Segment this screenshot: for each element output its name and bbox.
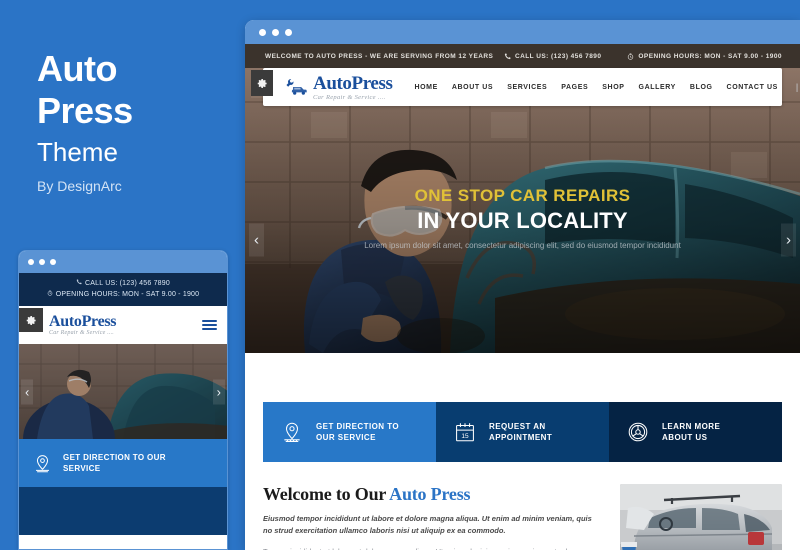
welcome-title-plain: Welcome to Our bbox=[263, 484, 390, 504]
main-navigation: HOME ABOUT US SERVICES PAGES SHOP GALLER… bbox=[414, 82, 800, 92]
nav-item-blog[interactable]: BLOG bbox=[690, 84, 713, 91]
nav-item-gallery[interactable]: GALLERY bbox=[639, 84, 676, 91]
mobile-box-request-appointment[interactable] bbox=[19, 487, 227, 535]
phone-icon bbox=[504, 52, 511, 60]
mobile-logo-text: AutoPress bbox=[49, 313, 117, 330]
calendar-icon: 15 bbox=[452, 419, 478, 445]
welcome-title: Welcome to Our Auto Press bbox=[263, 484, 602, 505]
mobile-hero-image bbox=[19, 344, 227, 439]
brand-subtitle: Theme bbox=[37, 137, 118, 167]
phone-icon bbox=[76, 279, 82, 285]
topbar-welcome-text: WELCOME TO AUTO PRESS - WE ARE SERVING F… bbox=[265, 52, 494, 60]
window-close-dot[interactable] bbox=[259, 28, 266, 36]
desktop-preview-window: WELCOME TO AUTO PRESS - WE ARE SERVING F… bbox=[245, 20, 800, 550]
hero-caption: ONE STOP CAR REPAIRS IN YOUR LOCALITY Lo… bbox=[245, 186, 800, 252]
topbar-hours-item: OPENING HOURS: MON - SAT 9.00 - 1900 bbox=[627, 53, 782, 60]
welcome-image bbox=[620, 484, 782, 550]
brand-title-line1: Auto bbox=[37, 48, 117, 89]
feature-box-label: REQUEST AN APPOINTMENT bbox=[489, 421, 553, 443]
mobile-slider-prev-arrow[interactable]: ‹ bbox=[21, 379, 34, 404]
map-pin-icon bbox=[31, 452, 54, 475]
brand-author: By DesignArc bbox=[37, 178, 122, 194]
slider-prev-arrow[interactable]: ‹ bbox=[249, 223, 264, 257]
page-title: Auto Press bbox=[37, 48, 237, 132]
feature-box-get-direction[interactable]: GET DIRECTION TO OUR SERVICE bbox=[263, 402, 436, 462]
hero-headline-accent: ONE STOP CAR REPAIRS bbox=[414, 186, 631, 205]
hero-headline-main: IN YOUR LOCALITY bbox=[417, 208, 628, 233]
window-minimize-dot[interactable] bbox=[39, 259, 45, 265]
nav-separator: | bbox=[795, 82, 799, 92]
mobile-box-get-direction[interactable]: GET DIRECTION TO OUR SERVICE bbox=[19, 439, 227, 487]
feature-box-label: GET DIRECTION TO OUR SERVICE bbox=[316, 421, 400, 443]
mobile-box-label: GET DIRECTION TO OUR SERVICE bbox=[63, 453, 166, 473]
mobile-preview-window: CALL US: (123) 456 7890 OPENING HOURS: M… bbox=[18, 250, 228, 550]
mobile-site-header: AutoPress Car Repair & Service .... bbox=[19, 306, 227, 344]
brand-title-line2: Press bbox=[37, 90, 133, 131]
desktop-viewport: WELCOME TO AUTO PRESS - WE ARE SERVING F… bbox=[245, 44, 800, 550]
desktop-window-titlebar bbox=[245, 20, 800, 44]
mobile-topbar-hours-row: OPENING HOURS: MON - SAT 9.00 - 1900 bbox=[19, 289, 227, 300]
window-maximize-dot[interactable] bbox=[50, 259, 56, 265]
mobile-logo[interactable]: AutoPress Car Repair & Service .... bbox=[49, 313, 117, 337]
calendar-day-number: 15 bbox=[461, 433, 469, 440]
mobile-window-titlebar bbox=[19, 251, 227, 273]
slider-next-arrow[interactable]: › bbox=[781, 223, 796, 257]
feature-boxes: GET DIRECTION TO OUR SERVICE 15 REQUEST A… bbox=[263, 402, 782, 462]
mobile-hero-slider: ‹ › bbox=[19, 344, 227, 439]
mobile-hours-text: OPENING HOURS: MON - SAT 9.00 - 1900 bbox=[55, 291, 200, 298]
window-minimize-dot[interactable] bbox=[272, 28, 279, 36]
site-logo[interactable]: AutoPress Car Repair & Service .... bbox=[285, 72, 393, 101]
nav-item-home[interactable]: HOME bbox=[414, 84, 437, 91]
welcome-title-highlight: Auto Press bbox=[389, 484, 471, 504]
welcome-section: Welcome to Our Auto Press Eiusmod tempor… bbox=[245, 484, 800, 550]
site-topbar: WELCOME TO AUTO PRESS - WE ARE SERVING F… bbox=[245, 44, 800, 68]
feature-box-label: LEARN MORE ABOUT US bbox=[662, 421, 721, 443]
site-header-wrap: AutoPress Car Repair & Service .... HOME… bbox=[245, 68, 800, 112]
gear-icon[interactable] bbox=[19, 308, 43, 332]
nav-item-services[interactable]: SERVICES bbox=[507, 84, 547, 91]
topbar-hours-text: OPENING HOURS: MON - SAT 9.00 - 1900 bbox=[638, 52, 782, 60]
gear-icon[interactable] bbox=[251, 70, 273, 96]
window-maximize-dot[interactable] bbox=[285, 28, 292, 36]
nav-item-pages[interactable]: PAGES bbox=[561, 84, 588, 91]
nav-item-about-us[interactable]: ABOUT US bbox=[452, 84, 493, 91]
welcome-lead-text: Eiusmod tempor incididunt ut labore et d… bbox=[263, 514, 592, 535]
site-header: AutoPress Car Repair & Service .... HOME… bbox=[251, 68, 798, 106]
logo-tagline: Car Repair & Service .... bbox=[313, 93, 386, 101]
map-pin-icon bbox=[279, 419, 305, 445]
window-close-dot[interactable] bbox=[28, 259, 34, 265]
hero-subtext: Lorem ipsum dolor sit amet, consectetur … bbox=[364, 241, 681, 250]
feature-box-learn-more[interactable]: LEARN MORE ABOUT US bbox=[609, 402, 782, 462]
clock-icon bbox=[627, 53, 634, 60]
nav-item-contact-us[interactable]: CONTACT US bbox=[727, 84, 778, 91]
topbar-call-text: CALL US: (123) 456 7890 bbox=[514, 52, 602, 60]
topbar-call-item[interactable]: CALL US: (123) 456 7890 bbox=[504, 53, 601, 60]
hamburger-menu-icon[interactable] bbox=[202, 320, 217, 330]
mobile-topbar: CALL US: (123) 456 7890 OPENING HOURS: M… bbox=[19, 273, 227, 306]
wrench-car-icon bbox=[285, 78, 307, 96]
welcome-body-text: Tempor incididunt ut labore et dolore ma… bbox=[263, 546, 602, 550]
mobile-logo-tagline: Car Repair & Service .... bbox=[49, 330, 114, 336]
clock-icon bbox=[47, 290, 53, 296]
mobile-viewport: CALL US: (123) 456 7890 OPENING HOURS: M… bbox=[19, 273, 227, 549]
logo-text: AutoPress bbox=[313, 72, 393, 94]
mobile-topbar-call-row[interactable]: CALL US: (123) 456 7890 bbox=[19, 278, 227, 289]
nav-item-shop[interactable]: SHOP bbox=[602, 84, 624, 91]
mobile-slider-next-arrow[interactable]: › bbox=[212, 379, 225, 404]
steering-wheel-icon bbox=[625, 419, 651, 445]
mobile-call-text: CALL US: (123) 456 7890 bbox=[85, 280, 170, 287]
feature-box-request-appointment[interactable]: 15 REQUEST AN APPOINTMENT bbox=[436, 402, 609, 462]
